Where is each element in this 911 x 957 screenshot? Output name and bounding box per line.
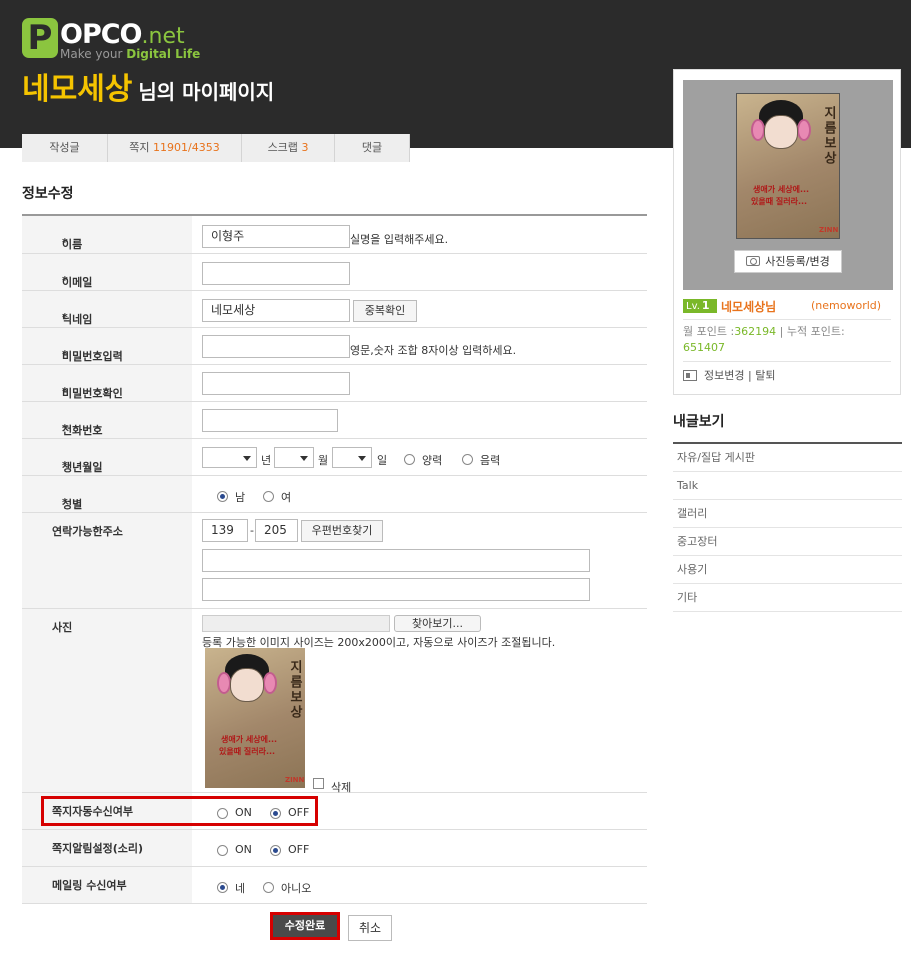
my-posts-item-review[interactable]: 사용기 bbox=[673, 556, 902, 584]
my-posts-item-gallery[interactable]: 갤러리 bbox=[673, 500, 902, 528]
row-mailing: 메일링 수신여부 네 아니오 bbox=[22, 867, 647, 904]
section-title: 정보수정 bbox=[22, 186, 74, 202]
phone-input[interactable] bbox=[202, 409, 338, 432]
cancel-button[interactable]: 취소 bbox=[348, 915, 392, 941]
photo-browse-button[interactable]: 찾아보기... bbox=[394, 615, 481, 632]
row-email: * 이메일 bbox=[22, 254, 647, 291]
profile-card: 지름보상 생애가 세상에... 있을때 질러라... ZINN 사진등록/변경 … bbox=[673, 69, 901, 395]
level-badge: Lv. 1 bbox=[683, 299, 717, 313]
row-msg-auto: 쪽지자동수신여부 ON OFF bbox=[22, 793, 647, 830]
tab-scrap[interactable]: 스크랩 3 bbox=[242, 134, 335, 162]
row-photo: 사진 찾아보기... 등록 가능한 이미지 사이즈는 200x200이고, 자동… bbox=[22, 609, 647, 794]
photo-change-button[interactable]: 사진등록/변경 bbox=[734, 250, 842, 273]
submit-button[interactable]: 수정완료 bbox=[270, 912, 340, 940]
popco-logo[interactable]: P OPCO.net Make your Digital Life bbox=[22, 18, 202, 66]
gender-female-radio[interactable] bbox=[263, 491, 274, 502]
mypage-tabs: 작성글 쪽지 11901/4353 스크랩 3 댓글 bbox=[22, 134, 410, 162]
account-links: 정보변경 | 탈퇴 bbox=[704, 369, 776, 382]
highlight-msg-auto bbox=[41, 796, 318, 826]
tab-messages[interactable]: 쪽지 11901/4353 bbox=[108, 134, 242, 162]
row-password-confirm: * 비밀번호확인 bbox=[22, 365, 647, 402]
birth-solar-radio[interactable] bbox=[404, 454, 415, 465]
page-title-suffix: 님의 마이페이지 bbox=[138, 80, 275, 104]
birth-year-select[interactable] bbox=[202, 447, 257, 468]
sidebar-user-id: (nemoworld) bbox=[811, 299, 882, 312]
zip2-input[interactable]: 205 bbox=[255, 519, 298, 542]
my-posts-item-talk[interactable]: Talk bbox=[673, 472, 902, 500]
address-line1-input[interactable] bbox=[202, 549, 590, 572]
row-address: 연락가능한주소 139 - 205 우편번호찾기 bbox=[22, 513, 647, 609]
photo-file-path bbox=[202, 615, 390, 632]
photo-delete-checkbox[interactable] bbox=[313, 778, 324, 789]
sidebar-points: 월 포인트 :362194 | 누적 포인트: 651407 bbox=[683, 325, 845, 354]
row-nickname: * 닉네임 네모세상 중복확인 bbox=[22, 291, 647, 328]
msg-sound-on-radio[interactable] bbox=[217, 845, 228, 856]
tab-posts[interactable]: 작성글 bbox=[22, 134, 108, 162]
sidebar-profile-photo: 지름보상 생애가 세상에... 있을때 질러라... ZINN bbox=[736, 93, 840, 239]
birth-lunar-radio[interactable] bbox=[462, 454, 473, 465]
my-posts-panel: 내글보기 자유/질답 게시판 Talk 갤러리 중고장터 사용기 기타 bbox=[673, 411, 902, 612]
camera-icon bbox=[746, 256, 761, 266]
gender-male-radio[interactable] bbox=[217, 491, 228, 502]
my-posts-item-market[interactable]: 중고장터 bbox=[673, 528, 902, 556]
name-help: 실명을 입력해주세요. bbox=[350, 233, 449, 246]
password-help: 영문,숫자 조합 8자이상 입력하세요. bbox=[350, 344, 517, 357]
row-name: * 이름 이형주 실명을 입력해주세요. bbox=[22, 216, 647, 254]
tab-scrap-count: 3 bbox=[301, 141, 309, 154]
my-posts-item-etc[interactable]: 기타 bbox=[673, 584, 902, 612]
row-msg-sound: 쪽지알림설정(소리) ON OFF bbox=[22, 830, 647, 867]
my-posts-title: 내글보기 bbox=[673, 411, 902, 444]
profile-edit-form: * 이름 이형주 실명을 입력해주세요. * 이메일 * 닉네임 네모세상 중복확인 … bbox=[22, 214, 647, 904]
tab-messages-count: 11901/4353 bbox=[153, 141, 220, 154]
edit-info-link[interactable]: 정보변경 bbox=[704, 369, 744, 382]
page-title: 네모세상 님의 마이페이지 bbox=[22, 70, 274, 112]
password-input[interactable] bbox=[202, 335, 350, 358]
nickname-check-button[interactable]: 중복확인 bbox=[353, 300, 417, 322]
row-gender: * 성별 남 여 bbox=[22, 476, 647, 513]
birth-month-select[interactable] bbox=[274, 447, 314, 468]
my-posts-item-free[interactable]: 자유/질답 게시판 bbox=[673, 444, 902, 472]
nickname-input[interactable]: 네모세상 bbox=[202, 299, 350, 322]
row-birth: * 생년월일 년 월 일 양력 음력 bbox=[22, 439, 647, 476]
profile-photo-frame: 지름보상 생애가 세상에... 있을때 질러라... ZINN 사진등록/변경 bbox=[683, 80, 893, 290]
name-input[interactable]: 이형주 bbox=[202, 225, 350, 248]
mailing-yes-radio[interactable] bbox=[217, 882, 228, 893]
profile-photo: 지름보상 생애가 세상에... 있을때 질러라... ZINN bbox=[205, 648, 305, 788]
msg-sound-off-radio[interactable] bbox=[270, 845, 281, 856]
tab-comments[interactable]: 댓글 bbox=[335, 134, 410, 162]
password-confirm-input[interactable] bbox=[202, 372, 350, 395]
logo-slogan: Make your Digital Life bbox=[60, 47, 201, 61]
birth-day-select[interactable] bbox=[332, 447, 372, 468]
id-card-icon bbox=[683, 370, 697, 381]
sidebar-user-name: 네모세상님 bbox=[721, 300, 777, 314]
page-title-nick: 네모세상 bbox=[22, 72, 133, 107]
zip1-input[interactable]: 139 bbox=[202, 519, 248, 542]
mailing-no-radio[interactable] bbox=[263, 882, 274, 893]
withdraw-link[interactable]: 탈퇴 bbox=[755, 369, 775, 382]
row-phone: * 전화번호 bbox=[22, 402, 647, 439]
logo-p-mark: P bbox=[22, 18, 58, 58]
row-password: * 비밀번호입력 영문,숫자 조합 8자이상 입력하세요. bbox=[22, 328, 647, 365]
zip-search-button[interactable]: 우편번호찾기 bbox=[301, 520, 383, 542]
email-input[interactable] bbox=[202, 262, 350, 285]
address-line2-input[interactable] bbox=[202, 578, 590, 601]
